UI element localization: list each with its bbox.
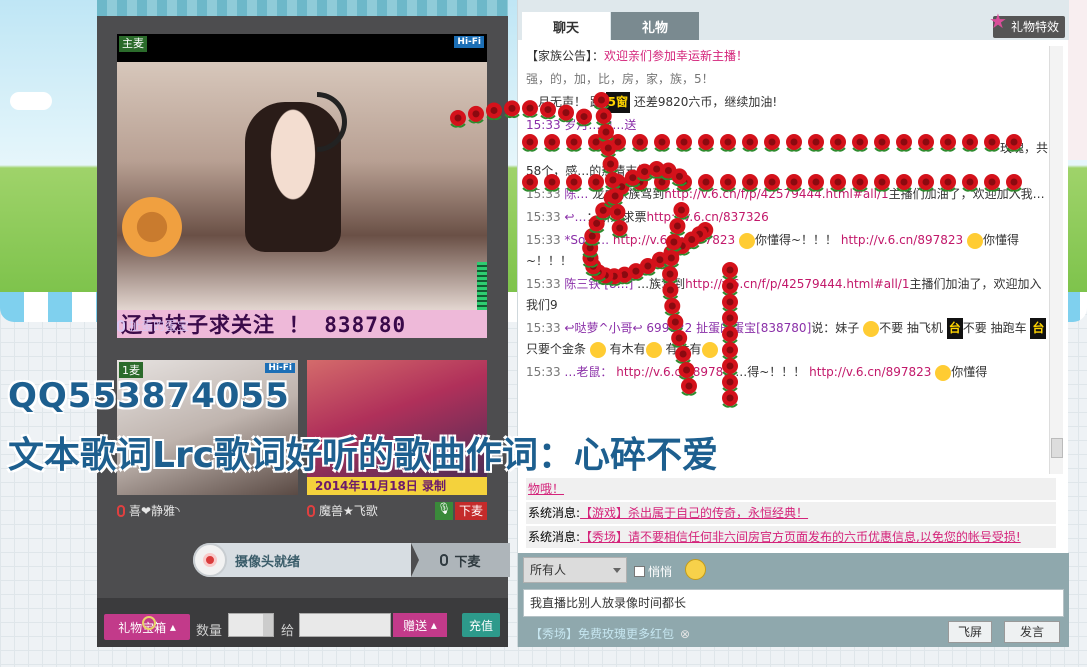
recording-date-band: 2014年11月18日 录制 — [307, 477, 487, 495]
gift-effect-label: 礼物特效 — [1010, 20, 1059, 34]
chat-message: 15:33 陈三铁 [8…] …族驾到http://v.6.cn/f/p/425… — [526, 277, 1042, 312]
chat-input-area: 所有人 悄悄 我直播比别人放录像时间都长 【秀场】免费玫瑰更多红包 ⊗ 飞屏 发言 — [518, 553, 1069, 647]
target-select[interactable]: 所有人 — [523, 557, 627, 583]
send-message-button[interactable]: 发言 — [1004, 621, 1060, 643]
recharge-button[interactable]: 充值 — [462, 613, 500, 637]
host-name-label: 扯蛋的蛋宝 — [129, 319, 190, 333]
close-icon[interactable]: ⊗ — [680, 627, 690, 641]
chat-panel: 聊天 礼物 ★ 礼物特效 【家族公告】：欢迎亲们参加幸运新主播！ 强，的，加，比… — [517, 0, 1069, 647]
sub-name-1[interactable]: 喜❤静雅◝ — [117, 502, 180, 519]
mic-icon — [117, 319, 125, 332]
chat-link[interactable]: http://v.6.cn/837326 — [647, 210, 769, 224]
mic-icon — [440, 554, 449, 566]
chat-header: 聊天 礼物 ★ 礼物特效 — [518, 0, 1069, 40]
smiley-icon — [738, 232, 755, 249]
checkbox-box[interactable] — [634, 566, 645, 577]
video-frame: 辽宁妹子求关注 ！ 838780 — [117, 62, 487, 338]
smiley-icon — [966, 232, 983, 249]
emoji-icon[interactable] — [685, 559, 706, 580]
whisper-checkbox[interactable]: 悄悄 — [634, 563, 672, 580]
chat-message: 15:33 …老鼠： http://v.6.cn/8978……得~！！！ htt… — [526, 364, 988, 381]
mic-icon: 🎙 — [435, 502, 453, 520]
whisper-label: 悄悄 — [648, 565, 673, 579]
chat-link[interactable]: http://v.6.cn/897823 — [613, 233, 735, 247]
tab-chat[interactable]: 聊天 — [522, 12, 610, 40]
hifi-badge: Hi-Fi — [454, 36, 484, 48]
chat-message: …月无声！ 距 5窗 还差9820六币，继续加油! — [526, 92, 1048, 113]
hifi-badge: Hi-Fi — [265, 363, 295, 373]
sub-name-2[interactable]: 魔兽★飞歌 — [307, 502, 378, 519]
down-mic-label: 下麦 — [455, 502, 487, 520]
smiley-icon — [863, 320, 880, 337]
gift-bar: 礼物宝箱 ▴ 数量 给 赠送 ▴ 充值 — [97, 598, 508, 647]
quantity-stepper[interactable] — [263, 614, 273, 636]
sub-name-1-label: 喜❤静雅◝ — [129, 504, 180, 518]
send-gift-button[interactable]: 赠送 ▴ — [393, 613, 447, 637]
scrollbar-thumb[interactable] — [1051, 438, 1063, 458]
chat-log[interactable]: 【家族公告】：欢迎亲们参加幸运新主播！ 强，的，加，比，房，家，族，5！ …月无… — [526, 46, 1048, 466]
gift-box-button[interactable]: 礼物宝箱 ▴ — [104, 614, 190, 640]
chat-link[interactable]: http://v.6.cn/8978… — [616, 365, 735, 379]
smiley-icon — [589, 341, 606, 358]
chat-message: 玫瑰，共 — [999, 141, 1048, 155]
fly-screen-button[interactable]: 飞屏 — [948, 621, 992, 643]
panel-top-strip — [97, 0, 508, 16]
side-decoration — [1068, 0, 1087, 160]
smiley-icon — [645, 341, 662, 358]
gift-effect-button[interactable]: ★ 礼物特效 — [989, 10, 1065, 38]
send-gift-label: 赠送 — [403, 618, 428, 633]
chevron-down-icon — [613, 568, 621, 573]
main-mic-badge: 主麦 — [119, 36, 147, 52]
main-video[interactable]: 主麦 Hi-Fi 辽宁妹子求关注 ！ 838780 — [117, 34, 487, 338]
flower-decoration — [117, 192, 187, 262]
family-notice: 【家族公告】：欢迎亲们参加幸运新主播！ — [526, 49, 749, 63]
promo-label: 【秀场】免费玫瑰更多红包 — [530, 627, 675, 641]
camera-icon — [193, 543, 227, 577]
chat-scrollbar[interactable] — [1049, 46, 1063, 474]
system-messages: 物哦！ 系统消息:【游戏】杀出属于自己的传奇，永恒经典！ 系统消息:【秀场】请不… — [526, 478, 1056, 548]
mic-down-button[interactable]: 下麦 — [411, 543, 510, 577]
mic-down-label: 下麦 — [454, 554, 481, 570]
camera-ready-label: 摄像头就绪 — [235, 554, 301, 570]
chat-link[interactable]: http://v.6.cn/f/p/42579444.html#all/1 — [664, 187, 888, 201]
camera-ready-button[interactable]: 摄像头就绪 — [193, 543, 411, 577]
tab-gift[interactable]: 礼物 — [611, 12, 699, 40]
sub-name-2-label: 魔兽★飞歌 — [319, 504, 378, 518]
chat-link[interactable]: http://v.6.cn/f/p/42579444.html#all/1 — [685, 277, 909, 291]
chat-message: 15:33 ↩哒萝^小哥↩ 699122 扯蛋的蛋宝[838780]说：妹子 不… — [526, 318, 1048, 360]
mic-icon — [117, 504, 125, 517]
message-input[interactable]: 我直播比别人放录像时间都长 — [523, 589, 1064, 617]
chat-message: 15:33 陈… 龙虎家族驾到http://v.6.cn/f/p/4257944… — [526, 187, 1045, 201]
system-message: 物哦！ — [526, 478, 1056, 500]
video-panel: 主麦 Hi-Fi 辽宁妹子求关注 ！ 838780 扯蛋的蛋宝 1麦 Hi-Fi… — [97, 0, 510, 647]
system-message: 系统消息:【秀场】请不要相信任何非六间房官方页面发布的六币优惠信息,以免您的帐号… — [526, 526, 1056, 548]
smiley-icon — [701, 341, 718, 358]
headphone-shape — [317, 92, 347, 152]
watermark-lyrics: 文本歌词Lrc歌词好听的歌曲作词：心碎不爱 — [8, 435, 719, 476]
promo-link[interactable]: 【秀场】免费玫瑰更多红包 ⊗ — [530, 625, 690, 642]
chat-message: 15:33 岁月…向…送 — [526, 118, 637, 132]
chat-message: 15:33 *Som… http://v.6.cn/897823 你懂得~！！！… — [526, 232, 1019, 268]
cloud-decoration — [10, 92, 52, 110]
quantity-input[interactable] — [228, 613, 274, 637]
chat-message: 强，的，加，比，房，家，族，5！ — [526, 72, 714, 86]
chat-message: 58个，感…的热情支持! — [526, 164, 655, 178]
chat-message: 15:33 ↩…：新人求票http://v.6.cn/837326 — [526, 210, 769, 224]
quantity-label: 数量 — [196, 624, 223, 639]
smiley-icon — [935, 364, 952, 381]
mic-icon — [307, 504, 315, 517]
system-message: 系统消息:【游戏】杀出属于自己的传奇，永恒经典！ — [526, 502, 1056, 524]
chat-link[interactable]: http://v.6.cn/897823 — [809, 365, 931, 379]
star-icon: ★ — [988, 9, 1007, 33]
target-select-value: 所有人 — [530, 563, 567, 577]
to-label: 给 — [281, 624, 295, 639]
gift-bow-icon — [142, 616, 156, 630]
host-name[interactable]: 扯蛋的蛋宝 — [117, 317, 189, 334]
watermark-qq: QQ553874055 — [8, 376, 290, 416]
down-mic-button[interactable]: 🎙 下麦 — [435, 502, 487, 520]
chat-link[interactable]: http://v.6.cn/897823 — [841, 233, 963, 247]
recipient-select[interactable] — [299, 613, 391, 637]
